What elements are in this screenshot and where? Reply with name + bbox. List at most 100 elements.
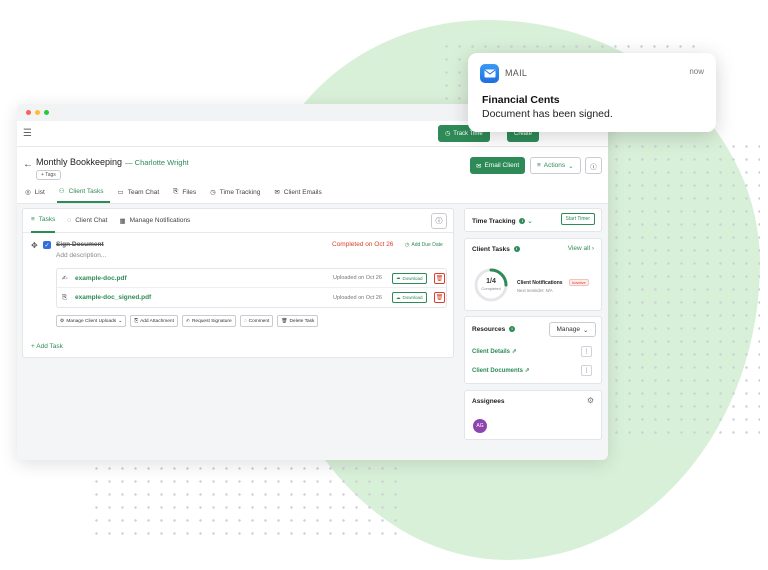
chevron-down-icon: ⌄	[118, 318, 123, 324]
file-name[interactable]: example-doc.pdf	[75, 275, 127, 282]
manage-client-uploads-button[interactable]: ⚙ Manage Client Uploads ⌄	[56, 315, 127, 327]
manage-dropdown[interactable]: Manage ⌄	[549, 322, 596, 337]
file-list: ✍ example-doc.pdf Uploaded on Oct 26 ☁ Do…	[56, 268, 447, 308]
button-label: Manage Client Uploads	[66, 318, 117, 324]
subtab-manage-notifications[interactable]: ▦ Manage Notifications	[119, 209, 190, 233]
button-label: Request Signature	[191, 318, 232, 324]
app-window: ☰ ◷ Track Time Create ← Monthly Bookkeep…	[17, 104, 608, 460]
task-name[interactable]: Sign Document	[56, 241, 104, 248]
request-signature-button[interactable]: ✍ Request Signature	[181, 315, 236, 327]
view-all-label: View all	[567, 245, 591, 252]
notification-app-name: MAIL	[505, 68, 528, 78]
client-link[interactable]: — Charlotte Wright	[125, 158, 189, 167]
paperclip-icon: ⎘	[62, 293, 68, 301]
gear-icon[interactable]: ⚙	[587, 396, 594, 405]
actions-label: Actions	[543, 162, 566, 169]
progress-value: 1/4	[486, 278, 496, 285]
resource-label: Client Details	[472, 349, 511, 355]
avatar[interactable]: AG	[473, 419, 487, 433]
cloud-download-icon: ☁	[396, 294, 401, 300]
minimize-window-dot[interactable]	[35, 110, 40, 115]
tab-list[interactable]: ◎ List	[23, 185, 51, 203]
trash-icon: 🗑	[435, 295, 444, 301]
mail-icon: ✉	[274, 189, 280, 196]
tab-label: List	[34, 188, 45, 196]
add-attachment-button[interactable]: ⎘ Add Attachment	[130, 315, 178, 327]
delete-file-button[interactable]: 🗑	[434, 272, 445, 284]
email-client-button[interactable]: ✉ Email Client	[470, 157, 526, 174]
add-task-button[interactable]: + Add Task	[31, 343, 63, 350]
client-notifications-title: Client Notifications	[517, 280, 563, 286]
trash-icon: 🗑	[435, 275, 444, 282]
resource-link[interactable]: Client Details ⇗	[472, 348, 517, 355]
file-row: ⎘ example-doc_signed.pdf Uploaded on Oct…	[57, 288, 446, 307]
client-tasks-title: Client Tasks i	[472, 246, 520, 253]
info-button[interactable]: ⓘ	[585, 157, 602, 174]
download-button[interactable]: ☁ Download	[392, 292, 427, 303]
drag-handle-icon[interactable]: ✥	[31, 241, 38, 250]
file-name[interactable]: example-doc_signed.pdf	[75, 294, 151, 301]
tab-files[interactable]: ⎘ Files	[171, 185, 202, 203]
external-link-icon: ⇗	[511, 349, 517, 355]
upload-date: Uploaded on Oct 26	[333, 294, 382, 301]
maximize-window-dot[interactable]	[44, 110, 49, 115]
close-window-dot[interactable]	[26, 110, 31, 115]
mail-app-icon	[480, 64, 499, 83]
delete-task-button[interactable]: 🗑 Delete Task	[277, 315, 319, 327]
tab-label: Client Tasks	[68, 187, 104, 195]
add-due-date-button[interactable]: ◷ Add Due Date	[405, 242, 443, 248]
chevron-down-icon: ⌄	[527, 218, 533, 225]
notification-time: now	[689, 67, 704, 76]
next-reminder-text: Next reminder: N/A	[517, 288, 553, 293]
info-button[interactable]: ⓘ	[431, 213, 447, 229]
more-options-icon[interactable]: ⋮	[581, 346, 592, 357]
comment-icon: ◌	[243, 318, 247, 324]
menu-icon[interactable]: ☰	[23, 128, 32, 139]
back-arrow-icon[interactable]: ←	[23, 159, 33, 170]
mail-notification[interactable]: MAIL now Financial Cents Document has be…	[468, 53, 716, 132]
start-timer-button[interactable]: Start Timer	[560, 213, 595, 225]
resource-link[interactable]: Client Documents ⇗	[472, 367, 530, 374]
tab-client-tasks[interactable]: ⚇ Client Tasks	[56, 185, 110, 203]
subtab-tasks[interactable]: ≡ Tasks	[31, 209, 56, 233]
user-icon: ⚇	[58, 188, 65, 195]
assignees-title: Assignees	[472, 398, 505, 405]
trash-icon: 🗑	[281, 318, 288, 324]
comment-button[interactable]: ◌ Comment	[239, 315, 274, 327]
resources-title: Resources i	[472, 326, 516, 333]
tasks-panel: ≡ Tasks ◌ Client Chat ▦ Manage Notification…	[22, 208, 454, 358]
subtab-client-chat[interactable]: ◌ Client Chat	[67, 209, 107, 233]
tab-label: Files	[182, 188, 197, 196]
download-button[interactable]: ☁ Download	[392, 272, 427, 284]
delete-file-button[interactable]: 🗑	[434, 292, 445, 303]
info-icon: i	[513, 246, 520, 253]
tab-label: Time Tracking	[219, 188, 261, 196]
notification-body: Document has been signed.	[482, 108, 613, 120]
manage-label: Manage	[556, 326, 581, 333]
button-label: Comment	[248, 318, 270, 324]
project-nav: ◎ List ⚇ Client Tasks ▭ Team Chat ⎘ Files ◷ T…	[23, 185, 334, 203]
view-all-link[interactable]: View all ›	[568, 245, 594, 252]
time-tracking-title[interactable]: Time Tracking i ⌄	[472, 217, 533, 225]
signature-icon: ✍	[62, 275, 68, 282]
subtab-label: Client Chat	[75, 217, 108, 224]
tab-label: Client Emails	[283, 188, 322, 196]
file-row: ✍ example-doc.pdf Uploaded on Oct 26 ☁ Do…	[57, 269, 446, 288]
tab-label: Team Chat	[127, 188, 160, 196]
paperclip-icon: ⎘	[134, 319, 139, 324]
card-title-label: Resources	[472, 326, 506, 333]
mail-icon: ✉	[476, 162, 482, 170]
subtab-label: Tasks	[38, 216, 56, 223]
upload-date: Uploaded on Oct 26	[333, 275, 382, 281]
actions-dropdown[interactable]: ≡ Actions ⌄	[530, 157, 581, 174]
more-options-icon[interactable]: ⋮	[581, 365, 592, 376]
paperclip-icon: ⎘	[173, 188, 179, 195]
resource-label: Client Documents	[472, 368, 524, 374]
task-description[interactable]: Add description...	[56, 252, 106, 259]
checkbox-checked-icon[interactable]: ✓	[43, 241, 51, 249]
tags-button[interactable]: + Tags	[36, 170, 61, 180]
tab-team-chat[interactable]: ▭ Team Chat	[116, 185, 166, 203]
status-badge: Inactive	[569, 279, 589, 286]
tab-time-tracking[interactable]: ◷ Time Tracking	[208, 185, 266, 203]
tab-client-emails[interactable]: ✉ Client Emails	[272, 185, 327, 203]
